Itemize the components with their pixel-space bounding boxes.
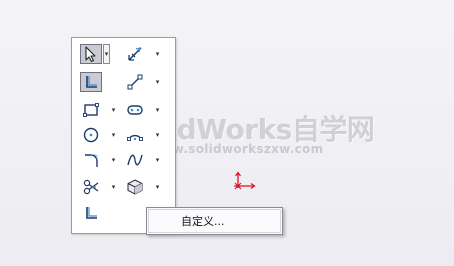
circle-button[interactable] xyxy=(80,125,102,145)
fillet-dropdown[interactable]: ▾ xyxy=(110,150,117,170)
spline-icon xyxy=(127,154,143,166)
arc-dropdown[interactable]: ▾ xyxy=(154,125,161,145)
shortcut-toolbar: ▾ ▾ ▾ ▾ ▾ ▾ ▾ ▾ ▾ ▾ ▾ xyxy=(71,37,176,234)
select-tool-button[interactable] xyxy=(80,44,102,64)
smart-dimension-button[interactable] xyxy=(124,44,146,64)
line-dropdown[interactable]: ▾ xyxy=(154,72,161,92)
spline-button[interactable] xyxy=(124,150,146,170)
graphics-area[interactable]: SolidWorks自学网 www.solidworkszxw.com ▾ ▾ xyxy=(0,0,454,266)
sketch-button[interactable] xyxy=(80,72,102,92)
smart-dimension-dropdown[interactable]: ▾ xyxy=(154,44,161,64)
view-orientation-dropdown[interactable]: ▾ xyxy=(154,177,161,197)
view-cube-icon xyxy=(127,179,143,195)
fillet-icon xyxy=(85,154,98,167)
select-arrow-icon xyxy=(85,46,96,63)
spline-dropdown[interactable]: ▾ xyxy=(154,150,161,170)
slot-dropdown[interactable]: ▾ xyxy=(154,100,161,120)
trim-entities-button[interactable] xyxy=(80,177,102,197)
slot-icon xyxy=(127,105,143,115)
arc-icon xyxy=(127,134,143,141)
fillet-button[interactable] xyxy=(80,150,102,170)
rectangle-button[interactable] xyxy=(80,100,102,120)
select-dropdown[interactable]: ▾ xyxy=(103,44,110,64)
line-icon xyxy=(127,74,143,90)
trim-dropdown[interactable]: ▾ xyxy=(110,177,117,197)
circle-icon xyxy=(83,127,99,143)
arc-button[interactable] xyxy=(124,125,146,145)
sketch-origin-icon xyxy=(234,171,256,190)
smart-dimension-icon xyxy=(128,47,142,61)
circle-dropdown[interactable]: ▾ xyxy=(110,125,117,145)
sketch-icon xyxy=(86,76,97,88)
slot-button[interactable] xyxy=(124,100,146,120)
exit-sketch-button[interactable] xyxy=(80,203,102,223)
rectangle-icon xyxy=(83,103,99,117)
context-menu: 自定义... xyxy=(146,207,283,235)
trim-entities-icon xyxy=(83,179,99,195)
watermark-url: www.solidworkszxw.com xyxy=(150,142,324,156)
exit-sketch-icon xyxy=(86,207,97,219)
line-button[interactable] xyxy=(124,72,146,92)
rectangle-dropdown[interactable]: ▾ xyxy=(110,100,117,120)
view-orientation-button[interactable] xyxy=(124,177,146,197)
menu-item-customize[interactable]: 自定义... xyxy=(148,209,281,233)
